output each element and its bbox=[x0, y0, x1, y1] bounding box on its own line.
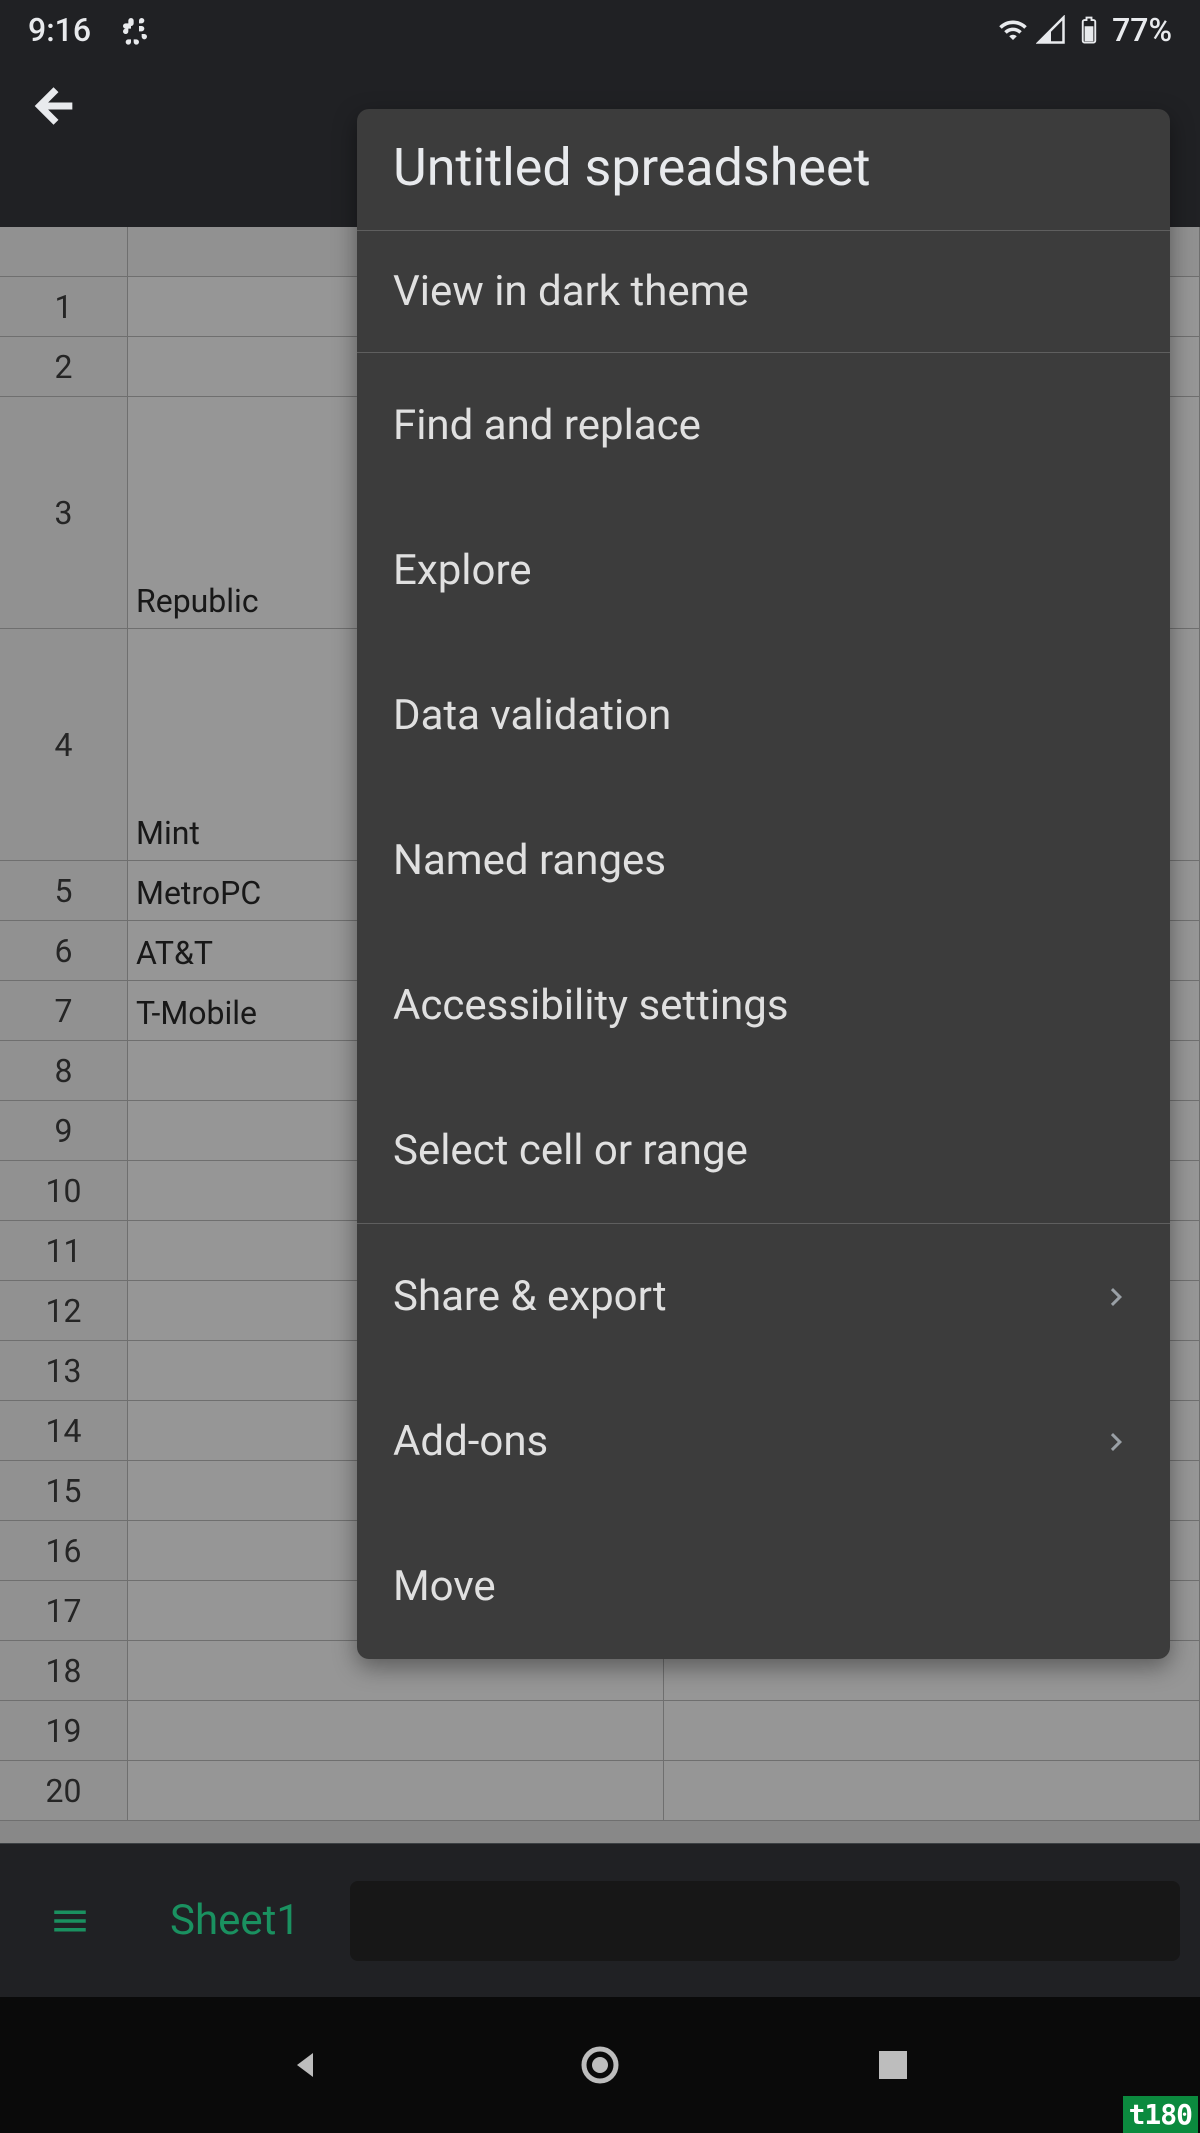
row-header[interactable]: 19 bbox=[0, 1701, 128, 1760]
slack-icon bbox=[119, 14, 151, 46]
cell[interactable] bbox=[664, 1701, 1200, 1760]
cell[interactable] bbox=[664, 1761, 1200, 1820]
menu-label: Select cell or range bbox=[393, 1126, 748, 1175]
cell[interactable] bbox=[128, 1761, 664, 1820]
menu-label: Share & export bbox=[393, 1272, 667, 1321]
nav-recent-button[interactable] bbox=[869, 2041, 917, 2089]
menu-item-move[interactable]: Move bbox=[357, 1514, 1170, 1659]
menu-label: Data validation bbox=[393, 691, 671, 740]
status-bar: 9:16 77% bbox=[0, 0, 1200, 60]
menu-label: Add-ons bbox=[393, 1417, 548, 1466]
menu-label: Move bbox=[393, 1562, 496, 1611]
back-button[interactable] bbox=[28, 78, 84, 134]
row-header[interactable]: 17 bbox=[0, 1581, 128, 1640]
row-header[interactable]: 11 bbox=[0, 1221, 128, 1280]
navigation-bar bbox=[0, 1997, 1200, 2133]
status-time: 9:16 bbox=[28, 11, 91, 49]
row-header[interactable]: 20 bbox=[0, 1761, 128, 1820]
row-header[interactable]: 12 bbox=[0, 1281, 128, 1340]
corner-cell bbox=[0, 227, 128, 276]
table-row: 20 bbox=[0, 1761, 1200, 1821]
nav-back-button[interactable] bbox=[283, 2041, 331, 2089]
row-header[interactable]: 18 bbox=[0, 1641, 128, 1700]
menu-label: Explore bbox=[393, 546, 532, 595]
table-row: 19 bbox=[0, 1701, 1200, 1761]
menu-item-select-range[interactable]: Select cell or range bbox=[357, 1078, 1170, 1223]
menu-item-share-export[interactable]: Share & export bbox=[357, 1224, 1170, 1369]
status-battery: 77% bbox=[1112, 11, 1172, 49]
cell[interactable] bbox=[128, 1701, 664, 1760]
signal-icon bbox=[1036, 15, 1066, 45]
nav-home-button[interactable] bbox=[576, 2041, 624, 2089]
formula-bar[interactable] bbox=[350, 1881, 1180, 1961]
status-bar-right: 77% bbox=[998, 11, 1172, 49]
row-header[interactable]: 15 bbox=[0, 1461, 128, 1520]
row-header[interactable]: 13 bbox=[0, 1341, 128, 1400]
battery-icon bbox=[1074, 15, 1104, 45]
row-header[interactable]: 3 bbox=[0, 397, 128, 628]
row-header[interactable]: 1 bbox=[0, 277, 128, 336]
wifi-icon bbox=[998, 15, 1028, 45]
row-header[interactable]: 4 bbox=[0, 629, 128, 860]
row-header[interactable]: 6 bbox=[0, 921, 128, 980]
row-header[interactable]: 5 bbox=[0, 861, 128, 920]
row-header[interactable]: 2 bbox=[0, 337, 128, 396]
menu-item-view-dark[interactable]: View in dark theme bbox=[357, 231, 1170, 352]
menu-label: Accessibility settings bbox=[393, 981, 789, 1030]
menu-item-find-replace[interactable]: Find and replace bbox=[357, 353, 1170, 498]
menu-label: Find and replace bbox=[393, 401, 701, 450]
row-header[interactable]: 9 bbox=[0, 1101, 128, 1160]
row-header[interactable]: 10 bbox=[0, 1161, 128, 1220]
menu-label: View in dark theme bbox=[393, 267, 749, 316]
row-header[interactable]: 14 bbox=[0, 1401, 128, 1460]
menu-item-named-ranges[interactable]: Named ranges bbox=[357, 788, 1170, 933]
menu-item-addons[interactable]: Add-ons bbox=[357, 1369, 1170, 1514]
chevron-right-icon bbox=[1098, 1279, 1134, 1315]
sheet-tabs-bar: Sheet1 bbox=[0, 1843, 1200, 1997]
hamburger-icon bbox=[49, 1900, 91, 1942]
menu-item-accessibility[interactable]: Accessibility settings bbox=[357, 933, 1170, 1078]
row-header[interactable]: 8 bbox=[0, 1041, 128, 1100]
menu-item-explore[interactable]: Explore bbox=[357, 498, 1170, 643]
overflow-menu: Untitled spreadsheet View in dark theme … bbox=[357, 109, 1170, 1659]
menu-item-data-validation[interactable]: Data validation bbox=[357, 643, 1170, 788]
watermark: t180 bbox=[1123, 2096, 1198, 2133]
sheets-menu-button[interactable] bbox=[0, 1844, 140, 1997]
menu-label: Named ranges bbox=[393, 836, 666, 885]
row-header[interactable]: 7 bbox=[0, 981, 128, 1040]
sheet-tab-sheet1[interactable]: Sheet1 bbox=[140, 1844, 330, 1997]
chevron-right-icon bbox=[1098, 1424, 1134, 1460]
status-bar-left: 9:16 bbox=[28, 11, 151, 49]
row-header[interactable]: 16 bbox=[0, 1521, 128, 1580]
menu-title: Untitled spreadsheet bbox=[357, 109, 1170, 230]
